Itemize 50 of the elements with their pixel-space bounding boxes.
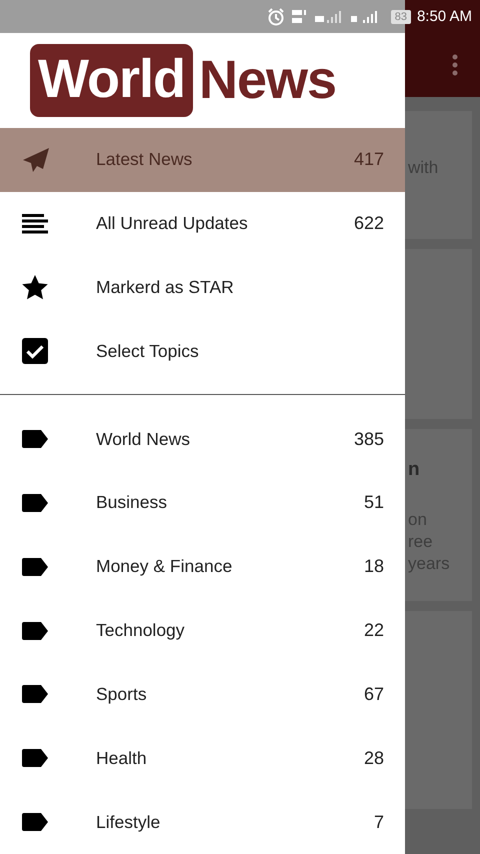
card-title: n xyxy=(408,458,420,482)
label-tag-icon xyxy=(22,558,48,576)
item-count: 22 xyxy=(364,620,384,642)
item-label: Select Topics xyxy=(96,340,200,362)
drawer-item[interactable]: Select Topics xyxy=(0,319,405,384)
drawer-item[interactable]: Sports 67 xyxy=(0,662,405,726)
item-label: Markerd as STAR xyxy=(96,276,235,298)
battery-icon: 83 xyxy=(390,10,411,24)
item-count: 7 xyxy=(374,812,384,833)
drawer-item[interactable]: Latest News 417 xyxy=(0,128,405,192)
drawer-item[interactable]: Lifestyle 7 xyxy=(0,790,405,854)
item-label: All Unread Updates xyxy=(96,213,249,234)
drawer-item[interactable]: Business 51 xyxy=(0,470,405,535)
item-label: Business xyxy=(96,492,168,514)
item-label: World News xyxy=(96,428,192,450)
clock-time: 8:50 AM xyxy=(416,8,472,25)
item-count: 385 xyxy=(354,428,384,450)
item-count: 622 xyxy=(354,213,384,234)
star-icon xyxy=(22,274,48,300)
item-label: Money & Finance xyxy=(96,556,234,578)
checkbox-icon xyxy=(22,338,48,364)
logo-text: News xyxy=(198,49,336,112)
item-count: 417 xyxy=(354,149,384,170)
drawer-item[interactable]: Money & Finance 18 xyxy=(0,534,405,599)
network-icon xyxy=(290,8,309,26)
drawer-item[interactable]: Health 28 xyxy=(0,726,405,790)
item-label: Lifestyle xyxy=(96,812,162,833)
item-label: Health xyxy=(96,748,148,769)
label-tag-icon xyxy=(22,813,48,832)
label-tag-icon xyxy=(22,685,48,704)
label-tag-icon xyxy=(22,749,48,768)
label-tag-icon xyxy=(22,622,48,640)
item-label: Technology xyxy=(96,620,186,642)
drawer-item[interactable]: Technology 22 xyxy=(0,598,405,663)
logo-badge: World xyxy=(30,44,193,117)
overflow-menu-icon[interactable] xyxy=(452,54,458,76)
alarm-icon xyxy=(266,8,285,26)
label-tag-icon xyxy=(22,430,48,448)
item-count: 67 xyxy=(364,684,384,705)
label-tag-icon xyxy=(22,494,48,512)
drawer-item[interactable]: World News 385 xyxy=(0,407,405,471)
paper-plane-icon xyxy=(22,146,50,173)
item-label: Latest News xyxy=(96,149,194,170)
item-label: Sports xyxy=(96,684,148,705)
item-count: 28 xyxy=(364,748,384,769)
item-count: 18 xyxy=(364,556,384,578)
drawer-item[interactable]: Markerd as STAR xyxy=(0,255,405,320)
item-count: 51 xyxy=(364,492,384,514)
text-lines-icon xyxy=(22,214,48,234)
drawer-item[interactable]: All Unread Updates 622 xyxy=(0,192,405,256)
